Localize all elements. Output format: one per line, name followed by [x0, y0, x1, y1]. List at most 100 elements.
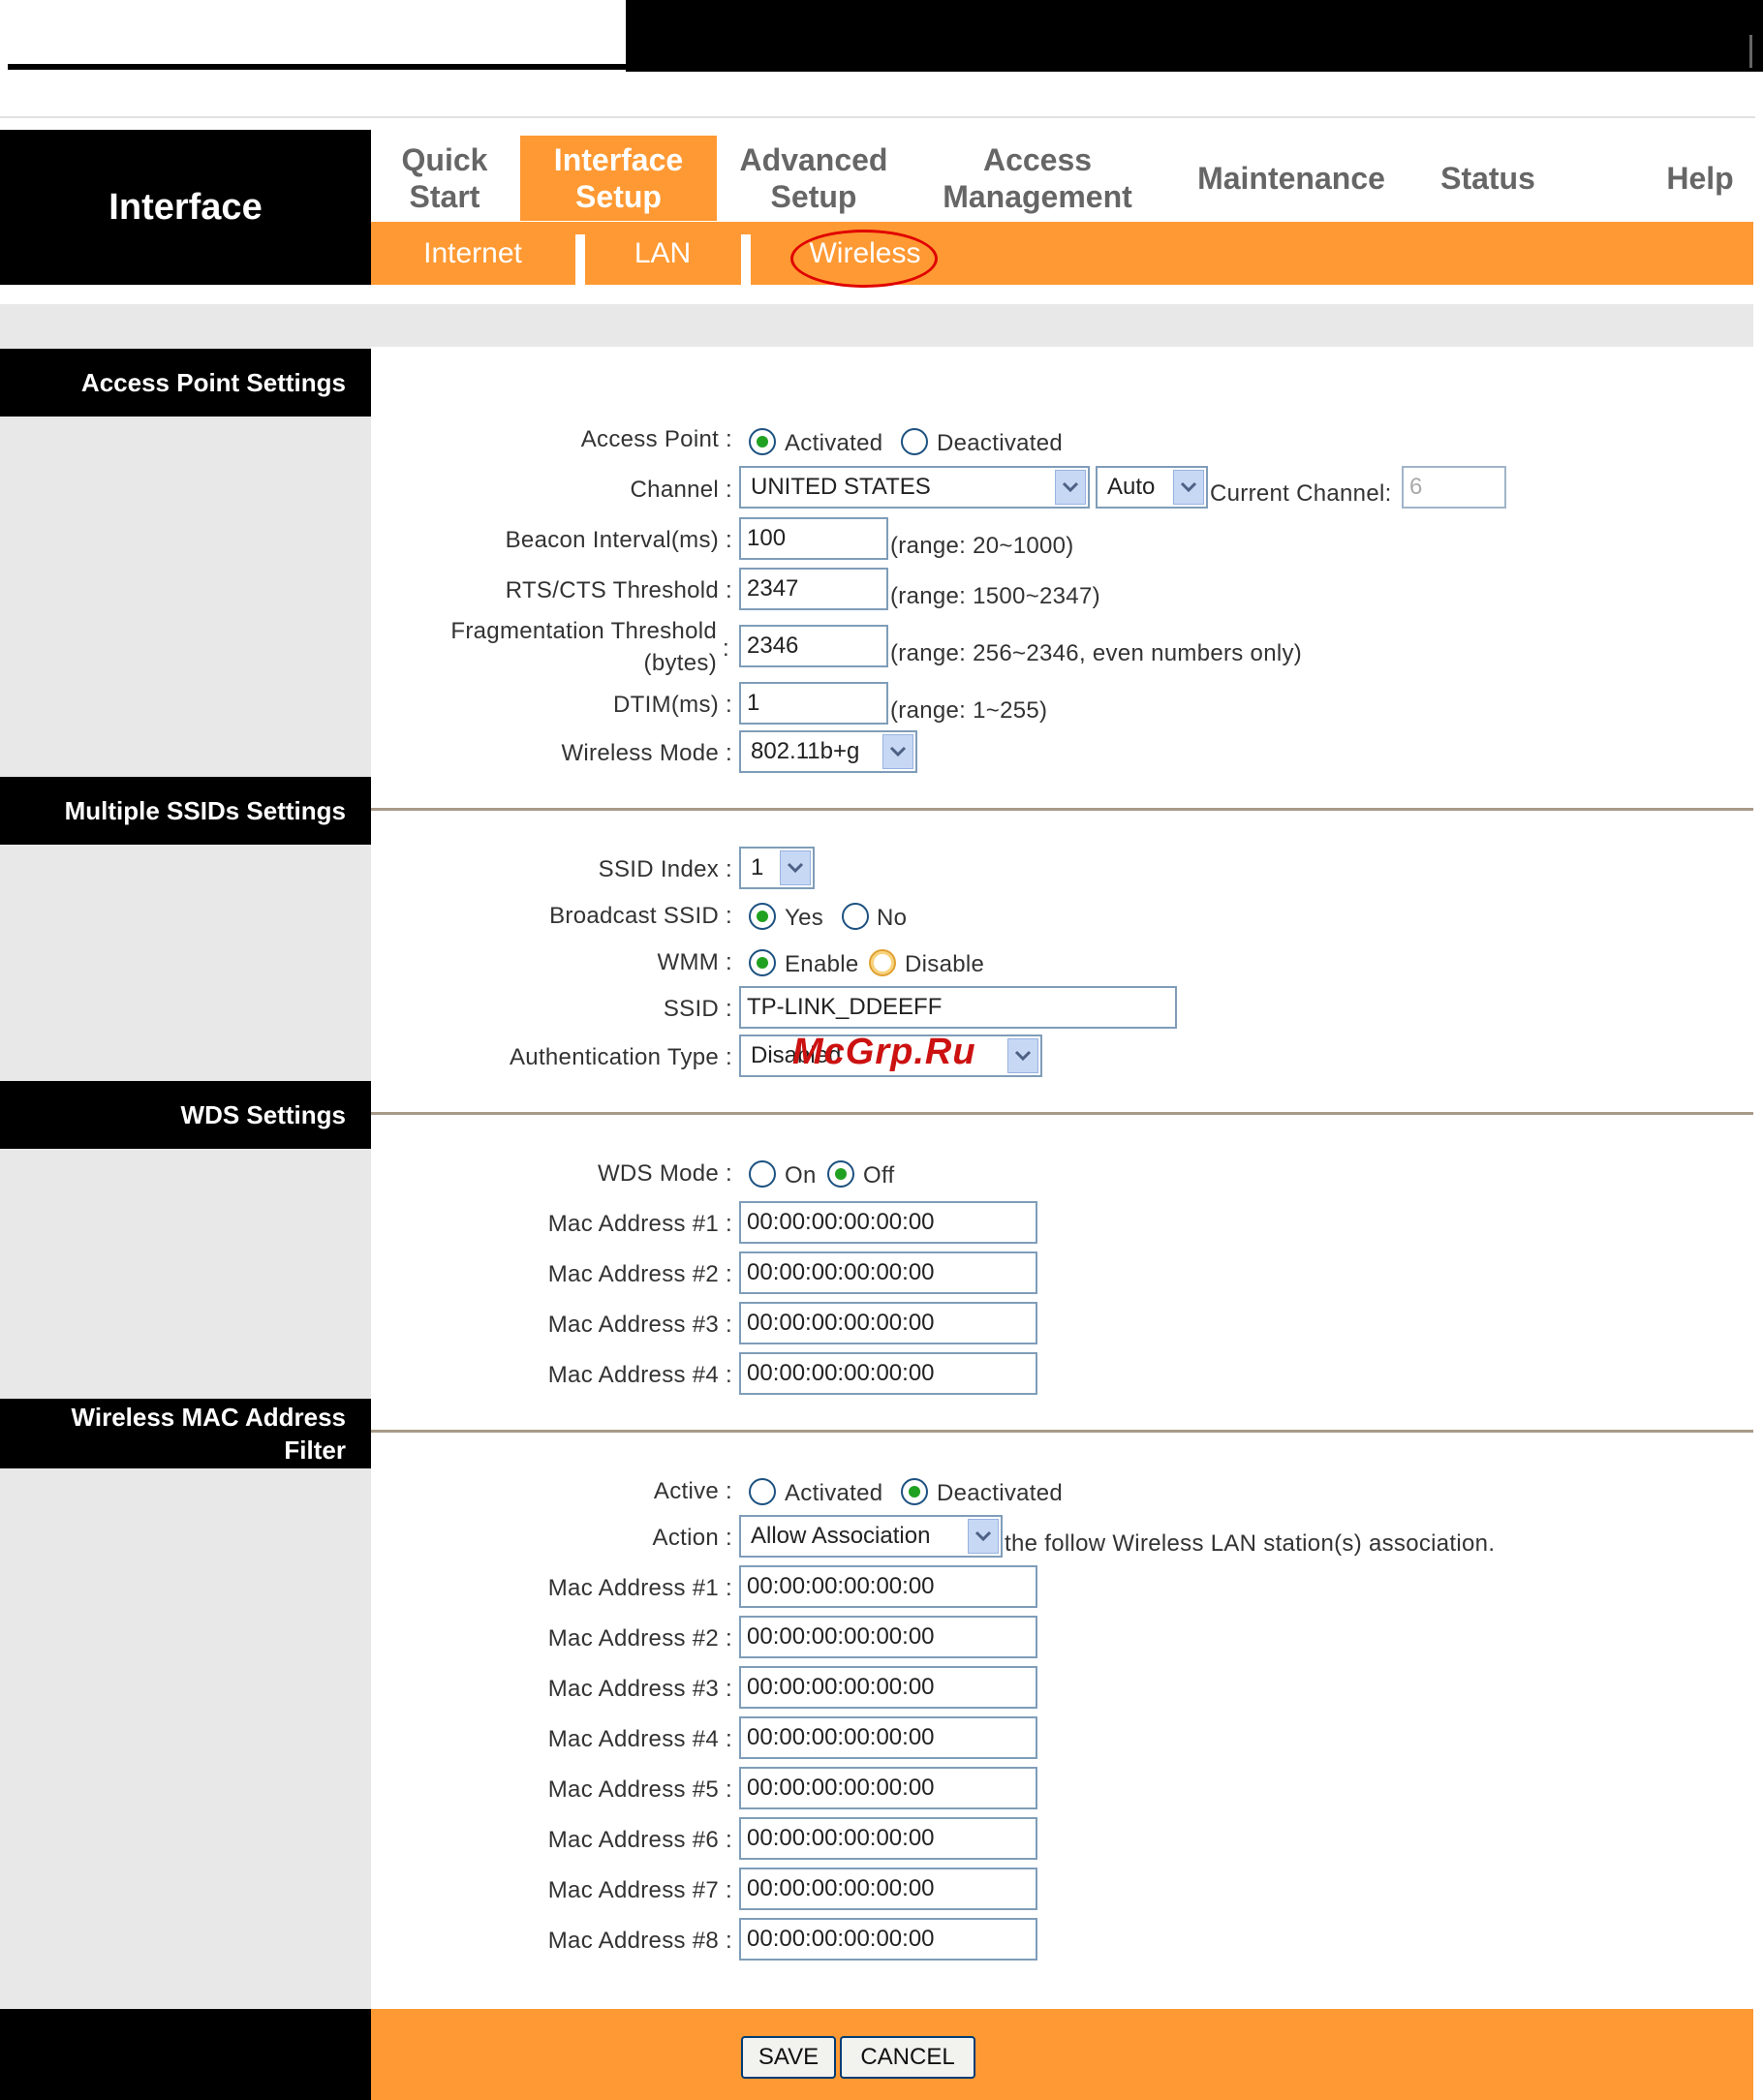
ssid-index-label: SSID Index : — [598, 856, 732, 882]
footer-action-bar — [371, 2009, 1753, 2100]
mac-filter-mac-label: Mac Address #1 : — [547, 1575, 732, 1601]
mac-filter-mac-label: Mac Address #5 : — [547, 1776, 732, 1803]
ssid-index-select[interactable]: 1 — [739, 847, 815, 889]
mac-filter-deactivated-label: Deactivated — [937, 1480, 1064, 1506]
mac-filter-mac-input[interactable]: 00:00:00:00:00:00 — [739, 1616, 1037, 1658]
wmm-enable-label: Enable — [785, 951, 859, 977]
mac-filter-activated-radio[interactable] — [749, 1478, 776, 1505]
broadcast-ssid-no-label: No — [877, 905, 908, 931]
channel-select-value: Auto — [1107, 474, 1156, 500]
top-banner-tick — [1749, 35, 1752, 68]
mac-filter-action-value: Allow Association — [751, 1523, 931, 1549]
nav-label-line: Setup — [575, 179, 662, 214]
nav-label-line: Access — [982, 142, 1093, 177]
wmm-enable-radio[interactable] — [749, 949, 776, 976]
mac-filter-mac-input[interactable]: 00:00:00:00:00:00 — [739, 1868, 1037, 1910]
mac-filter-mac-input[interactable]: 00:00:00:00:00:00 — [739, 1767, 1037, 1809]
mac-filter-action-select[interactable]: Allow Association — [739, 1515, 1003, 1558]
dtim-label: DTIM(ms) : — [613, 692, 732, 718]
broadcast-ssid-label: Broadcast SSID : — [549, 903, 732, 929]
wds-off-label: Off — [863, 1162, 895, 1189]
wds-mac-label: Mac Address #4 : — [547, 1362, 732, 1388]
nav-help[interactable]: Help — [1647, 136, 1753, 221]
subnav-internet[interactable]: Internet — [371, 222, 574, 285]
nav-advanced-setup[interactable]: Advanced Setup — [717, 136, 911, 221]
header-hairline — [0, 116, 1755, 118]
mac-filter-mac-input[interactable]: 00:00:00:00:00:00 — [739, 1666, 1037, 1709]
access-point-label: Access Point : — [580, 426, 732, 452]
rts-threshold-label: RTS/CTS Threshold : — [505, 577, 732, 603]
wmm-disable-radio[interactable] — [869, 949, 896, 976]
nav-interface-setup[interactable]: Interface Setup — [520, 136, 717, 221]
access-point-activated-radio[interactable] — [749, 428, 776, 455]
wireless-mode-select[interactable]: 802.11b+g — [739, 730, 917, 773]
nav-label-line: Setup — [770, 179, 857, 214]
nav-access-management[interactable]: Access Management — [930, 136, 1145, 221]
broadcast-ssid-yes-radio[interactable] — [749, 903, 776, 930]
auth-type-label: Authentication Type : — [509, 1044, 732, 1070]
content-top-bar — [0, 304, 1753, 347]
wds-mac-input[interactable]: 00:00:00:00:00:00 — [739, 1352, 1037, 1395]
wmm-label: WMM : — [657, 949, 732, 975]
fragmentation-input[interactable]: 2346 — [739, 625, 888, 667]
top-black-banner — [626, 0, 1763, 72]
channel-select[interactable]: Auto — [1096, 466, 1208, 509]
subnav-lan[interactable]: LAN — [585, 222, 740, 285]
wds-mac-label: Mac Address #3 : — [547, 1312, 732, 1338]
section-mac-filter-title-line: Filter — [284, 1436, 346, 1465]
section-divider — [371, 1430, 1753, 1433]
fragmentation-range-text: (range: 256~2346, even numbers only) — [890, 640, 1303, 666]
save-button[interactable]: SAVE — [741, 2036, 836, 2079]
nav-label-line: Help — [1666, 161, 1734, 196]
section-divider — [371, 808, 1753, 811]
rts-threshold-input[interactable]: 2347 — [739, 568, 888, 610]
beacon-range-text: (range: 20~1000) — [890, 533, 1074, 559]
wds-mode-label: WDS Mode : — [597, 1160, 732, 1187]
wds-mac-input[interactable]: 00:00:00:00:00:00 — [739, 1251, 1037, 1294]
chevron-down-icon — [1173, 470, 1204, 505]
dtim-range-text: (range: 1~255) — [890, 697, 1048, 724]
nav-quick-start[interactable]: Quick Start — [371, 136, 518, 221]
mac-filter-mac-label: Mac Address #4 : — [547, 1726, 732, 1752]
watermark-text: McGrp.Ru — [792, 1032, 976, 1072]
section-access-point-settings: Access Point Settings — [0, 349, 371, 417]
mac-filter-mac-input[interactable]: 00:00:00:00:00:00 — [739, 1817, 1037, 1860]
section-mac-filter-title-line: Wireless MAC Address — [71, 1403, 346, 1432]
beacon-interval-label: Beacon Interval(ms) : — [505, 527, 732, 553]
mac-filter-mac-input[interactable]: 00:00:00:00:00:00 — [739, 1716, 1037, 1759]
cancel-button[interactable]: CANCEL — [840, 2036, 975, 2079]
section-mac-filter: Wireless MAC Address Filter — [0, 1399, 371, 1468]
dtim-input[interactable]: 1 — [739, 682, 888, 725]
top-divider-line — [8, 64, 626, 70]
country-select-value: UNITED STATES — [751, 474, 931, 500]
mac-filter-mac-input[interactable]: 00:00:00:00:00:00 — [739, 1565, 1037, 1608]
broadcast-ssid-no-radio[interactable] — [842, 903, 869, 930]
nav-label-line: Advanced — [739, 142, 888, 177]
mac-filter-action-suffix: the follow Wireless LAN station(s) assoc… — [1005, 1530, 1496, 1557]
country-select[interactable]: UNITED STATES — [739, 466, 1090, 509]
footer-left-block — [0, 2009, 371, 2100]
nav-maintenance[interactable]: Maintenance — [1184, 136, 1399, 221]
wds-off-radio[interactable] — [827, 1160, 854, 1188]
chevron-down-icon — [1055, 470, 1086, 505]
broadcast-ssid-yes-label: Yes — [785, 905, 824, 931]
mac-filter-deactivated-radio[interactable] — [901, 1478, 928, 1505]
wmm-disable-label: Disable — [905, 951, 985, 977]
mac-filter-mac-input[interactable]: 00:00:00:00:00:00 — [739, 1918, 1037, 1961]
beacon-interval-input[interactable]: 100 — [739, 517, 888, 560]
wds-mac-input[interactable]: 00:00:00:00:00:00 — [739, 1302, 1037, 1344]
wds-on-radio[interactable] — [749, 1160, 776, 1188]
fragmentation-unit-label: (bytes) — [643, 650, 717, 676]
access-point-activated-label: Activated — [785, 430, 883, 456]
ssid-input[interactable]: TP-LINK_DDEEFF — [739, 986, 1177, 1029]
highlight-circle — [790, 230, 938, 288]
access-point-deactivated-label: Deactivated — [937, 430, 1064, 456]
wds-mac-input[interactable]: 00:00:00:00:00:00 — [739, 1201, 1037, 1244]
current-channel-field: 6 — [1402, 466, 1506, 509]
current-channel-label: Current Channel: — [1210, 480, 1392, 507]
access-point-deactivated-radio[interactable] — [901, 428, 928, 455]
mac-filter-mac-label: Mac Address #3 : — [547, 1676, 732, 1702]
mac-filter-mac-label: Mac Address #7 : — [547, 1877, 732, 1903]
nav-label-line: Start — [409, 179, 480, 214]
nav-status[interactable]: Status — [1414, 136, 1562, 221]
